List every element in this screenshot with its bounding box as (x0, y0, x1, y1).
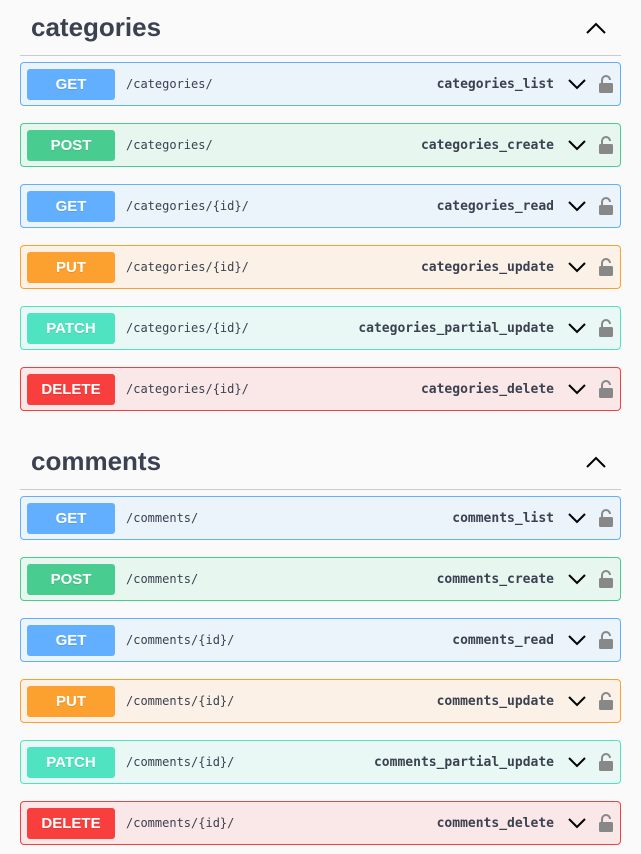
operation-row[interactable]: PATCH /comments/{id}/ comments_partial_u… (20, 740, 621, 784)
operation-row[interactable]: PUT /categories/{id}/ categories_update (20, 245, 621, 289)
method-badge: POST (27, 563, 115, 595)
operation-id: categories_create (420, 137, 554, 153)
chevron-down-icon[interactable] (566, 378, 588, 400)
operation-id: comments_update (436, 693, 554, 709)
operation-path: /comments/ (126, 572, 199, 586)
chevron-down-icon[interactable] (566, 195, 588, 217)
tag-section-comments: comments GET /comments/ comments_list PO… (20, 434, 621, 845)
method-badge: PATCH (27, 312, 115, 344)
chevron-up-icon[interactable] (583, 452, 609, 472)
operation-path: /categories/{id}/ (126, 382, 249, 396)
chevron-up-icon[interactable] (583, 18, 609, 38)
operation-path: /categories/{id}/ (126, 260, 249, 274)
operation-id: categories_partial_update (358, 320, 554, 336)
operation-path: /comments/ (126, 511, 199, 525)
chevron-down-icon[interactable] (566, 751, 588, 773)
method-badge: GET (27, 190, 115, 222)
chevron-down-icon[interactable] (566, 812, 588, 834)
operation-path: /comments/{id}/ (126, 755, 235, 769)
chevron-down-icon[interactable] (566, 134, 588, 156)
operation-row[interactable]: PATCH /categories/{id}/ categories_parti… (20, 306, 621, 350)
operation-id: comments_list (452, 510, 554, 526)
operation-path: /categories/ (126, 138, 213, 152)
operation-path: /categories/{id}/ (126, 199, 249, 213)
chevron-down-icon[interactable] (566, 317, 588, 339)
operation-id: categories_delete (420, 381, 554, 397)
tag-title[interactable]: categories (31, 12, 161, 43)
lock-icon[interactable] (597, 750, 615, 774)
operation-row[interactable]: DELETE /categories/{id}/ categories_dele… (20, 367, 621, 411)
operation-row[interactable]: PUT /comments/{id}/ comments_update (20, 679, 621, 723)
lock-icon[interactable] (597, 506, 615, 530)
chevron-down-icon[interactable] (566, 629, 588, 651)
tag-section-categories: categories GET /categories/ categories_l… (20, 0, 621, 411)
lock-icon[interactable] (597, 194, 615, 218)
chevron-down-icon[interactable] (566, 507, 588, 529)
lock-icon[interactable] (597, 255, 615, 279)
lock-icon[interactable] (597, 628, 615, 652)
chevron-down-icon[interactable] (566, 568, 588, 590)
operation-row[interactable]: POST /categories/ categories_create (20, 123, 621, 167)
operation-row[interactable]: GET /categories/{id}/ categories_read (20, 184, 621, 228)
operation-row[interactable]: GET /comments/{id}/ comments_read (20, 618, 621, 662)
method-badge: GET (27, 624, 115, 656)
chevron-down-icon[interactable] (566, 73, 588, 95)
operation-id: categories_read (436, 198, 554, 214)
method-badge: PUT (27, 685, 115, 717)
tag-header[interactable]: categories (20, 0, 621, 56)
method-badge: GET (27, 68, 115, 100)
operation-path: /comments/{id}/ (126, 633, 235, 647)
operation-path: /comments/{id}/ (126, 694, 235, 708)
lock-icon[interactable] (597, 72, 615, 96)
lock-icon[interactable] (597, 811, 615, 835)
tag-header[interactable]: comments (20, 434, 621, 490)
tag-title[interactable]: comments (31, 446, 161, 477)
operation-id: comments_delete (436, 815, 554, 831)
method-badge: DELETE (27, 373, 115, 405)
operation-id: comments_create (436, 571, 554, 587)
lock-icon[interactable] (597, 567, 615, 591)
operation-id: comments_partial_update (373, 754, 554, 770)
method-badge: GET (27, 502, 115, 534)
operation-row[interactable]: GET /categories/ categories_list (20, 62, 621, 106)
chevron-down-icon[interactable] (566, 690, 588, 712)
operation-path: /categories/{id}/ (126, 321, 249, 335)
operation-row[interactable]: GET /comments/ comments_list (20, 496, 621, 540)
lock-icon[interactable] (597, 133, 615, 157)
operation-path: /categories/ (126, 77, 213, 91)
lock-icon[interactable] (597, 316, 615, 340)
lock-icon[interactable] (597, 689, 615, 713)
method-badge: POST (27, 129, 115, 161)
method-badge: PATCH (27, 746, 115, 778)
lock-icon[interactable] (597, 377, 615, 401)
operation-path: /comments/{id}/ (126, 816, 235, 830)
chevron-down-icon[interactable] (566, 256, 588, 278)
operation-id: categories_list (436, 76, 554, 92)
operation-id: categories_update (420, 259, 554, 275)
operation-row[interactable]: POST /comments/ comments_create (20, 557, 621, 601)
method-badge: DELETE (27, 807, 115, 839)
operation-id: comments_read (452, 632, 554, 648)
operation-row[interactable]: DELETE /comments/{id}/ comments_delete (20, 801, 621, 845)
method-badge: PUT (27, 251, 115, 283)
